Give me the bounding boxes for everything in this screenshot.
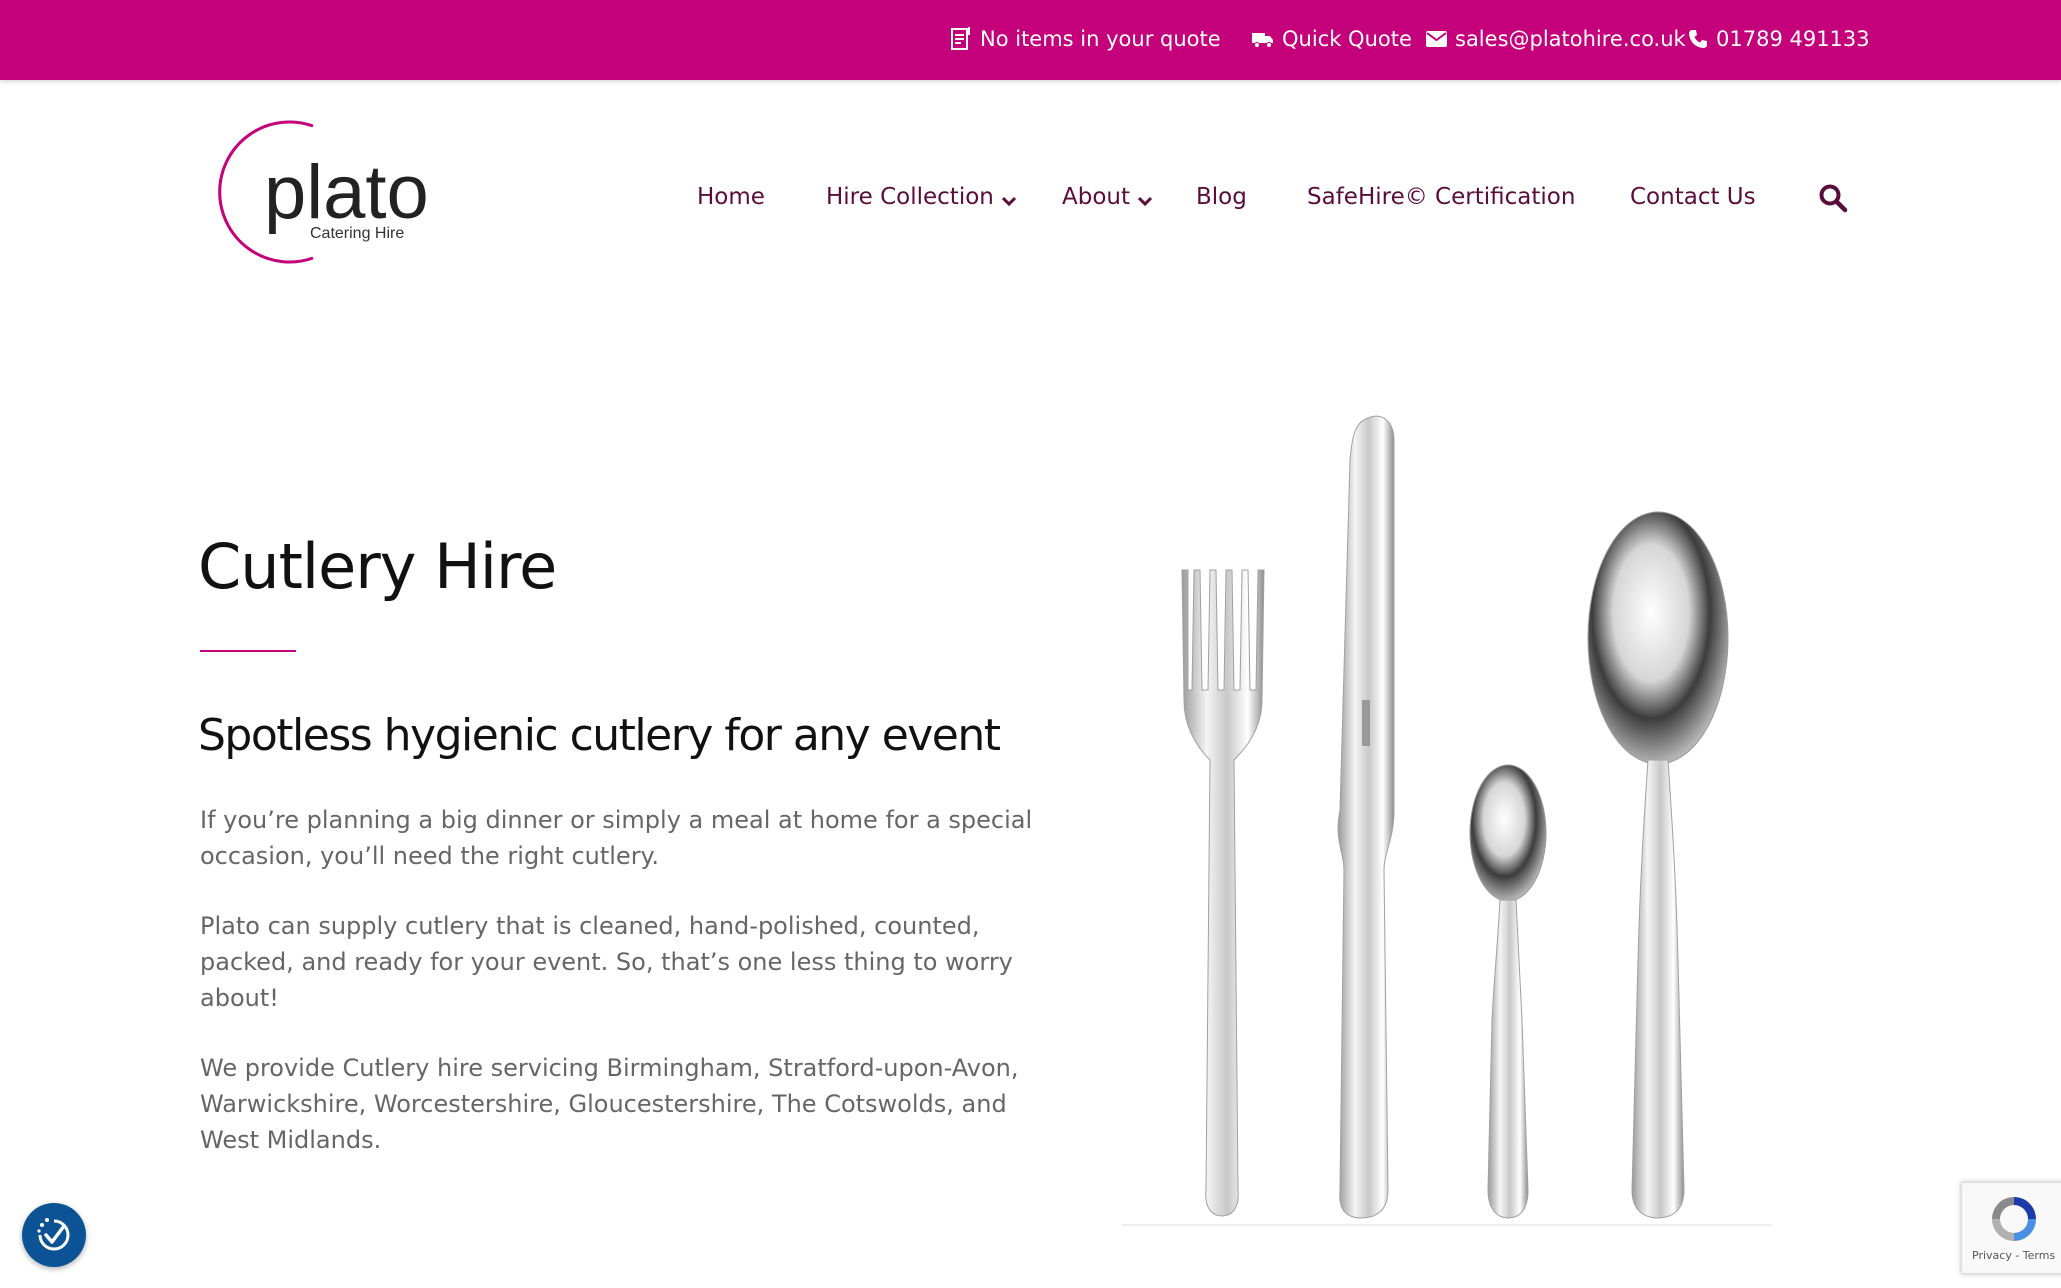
- truck-icon: [1252, 33, 1273, 48]
- search-icon[interactable]: [1818, 183, 1848, 213]
- recaptcha-icon: [1992, 1197, 2036, 1241]
- nav-hire-collection[interactable]: Hire Collection: [826, 180, 1016, 214]
- phone-label: 01789 491133: [1716, 27, 1870, 51]
- chevron-down-icon: [1001, 196, 1016, 206]
- page-subtitle: Spotless hygienic cutlery for any event: [198, 710, 1001, 761]
- recaptcha-links[interactable]: Privacy - Terms: [1972, 1249, 2055, 1262]
- phone-icon: [1689, 30, 1707, 48]
- cutlery-hero-image: [1122, 400, 1772, 1224]
- logo-tagline: Catering Hire: [310, 225, 404, 242]
- teaspoon-illustration: [1469, 764, 1547, 1219]
- tablespoon-illustration: [1587, 511, 1729, 1219]
- nav-safehire-certification[interactable]: SafeHire© Certification: [1307, 180, 1575, 214]
- nav-home-label: Home: [697, 184, 765, 210]
- nav-hire-collection-label: Hire Collection: [826, 184, 994, 210]
- phone-link[interactable]: 01789 491133: [1688, 24, 1870, 54]
- intro-paragraph-3: We provide Cutlery hire servicing Birmin…: [200, 1054, 1019, 1154]
- nav-safehire-label: SafeHire© Certification: [1307, 184, 1576, 210]
- accessibility-button[interactable]: [22, 1203, 86, 1267]
- hero-divider: [1122, 1224, 1772, 1226]
- title-divider: [200, 650, 296, 652]
- quick-quote-link[interactable]: Quick Quote: [1252, 24, 1412, 54]
- nav-contact-us[interactable]: Contact Us: [1630, 180, 1756, 214]
- nav-blog[interactable]: Blog: [1196, 180, 1247, 214]
- quote-status-link[interactable]: No items in your quote: [950, 24, 1221, 54]
- knife-illustration: [1337, 415, 1395, 1219]
- nav-home[interactable]: Home: [697, 180, 765, 214]
- quote-list-icon: [951, 27, 970, 50]
- page-title: Cutlery Hire: [198, 530, 557, 603]
- nav-blog-label: Blog: [1196, 184, 1247, 210]
- chevron-down-icon: [1138, 196, 1153, 206]
- nav-contact-label: Contact Us: [1630, 184, 1756, 210]
- nav-about[interactable]: About: [1062, 180, 1153, 214]
- intro-paragraph-2: Plato can supply cutlery that is cleaned…: [200, 912, 1013, 1012]
- logo-wordmark: plato: [264, 150, 428, 235]
- intro-paragraph-1: If you’re planning a big dinner or simpl…: [200, 806, 1033, 870]
- accessibility-icon: [37, 1218, 70, 1251]
- fork-illustration: [1181, 569, 1265, 1217]
- email-link[interactable]: sales@platohire.co.uk: [1426, 24, 1686, 54]
- quick-quote-label: Quick Quote: [1282, 27, 1412, 51]
- nav-about-label: About: [1062, 184, 1131, 210]
- email-label: sales@platohire.co.uk: [1455, 27, 1686, 51]
- top-bar: No items in your quote Quick Quote sales…: [0, 0, 2061, 80]
- envelope-icon: [1426, 31, 1447, 47]
- quote-status-label: No items in your quote: [980, 27, 1221, 51]
- recaptcha-badge[interactable]: Privacy - Terms: [1961, 1182, 2061, 1274]
- plato-logo[interactable]: plato Catering Hire: [198, 118, 429, 266]
